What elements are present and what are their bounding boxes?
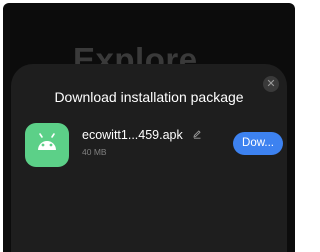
- pencil-icon[interactable]: [192, 129, 202, 139]
- android-icon: [25, 123, 69, 167]
- dialog-title: Download installation package: [54, 89, 244, 105]
- screen: Explore ✕ Download installation package …: [0, 0, 298, 252]
- download-button[interactable]: Dow...: [233, 132, 283, 155]
- download-dialog: ✕ Download installation package ecowitt1…: [11, 64, 287, 252]
- file-size: 40 MB: [82, 147, 107, 157]
- file-row: ecowitt1...459.apk 40 MB Dow...: [25, 123, 283, 167]
- file-name: ecowitt1...459.apk: [82, 128, 183, 142]
